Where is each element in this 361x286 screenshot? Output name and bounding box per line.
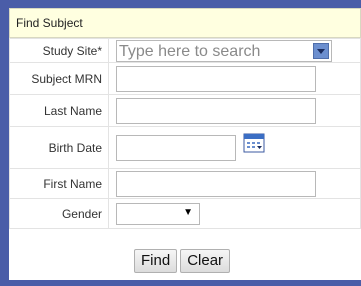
action-buttons: Find Clear xyxy=(134,249,233,273)
subject-mrn-label: Subject MRN xyxy=(9,62,109,95)
last-name-label: Last Name xyxy=(9,94,109,127)
birth-date-row: Birth Date xyxy=(9,126,361,169)
gender-label: Gender xyxy=(9,198,109,229)
calendar-icon[interactable] xyxy=(243,133,265,153)
frame-left-border xyxy=(0,0,9,286)
panel-header: Find Subject xyxy=(9,8,361,38)
caret-down-icon: ▼ xyxy=(183,206,193,218)
study-site-row: Study Site* Type here to search xyxy=(9,38,361,63)
gender-row: Gender ▼ xyxy=(9,198,361,229)
last-name-row: Last Name xyxy=(9,94,361,127)
birth-date-input[interactable] xyxy=(116,134,236,161)
study-site-label: Study Site* xyxy=(9,38,109,63)
study-site-placeholder: Type here to search xyxy=(119,42,261,60)
subject-mrn-row: Subject MRN xyxy=(9,62,361,95)
birth-date-label: Birth Date xyxy=(9,126,109,169)
search-form: Study Site* Type here to search Subject … xyxy=(9,38,361,229)
first-name-input[interactable] xyxy=(116,170,316,197)
last-name-input[interactable] xyxy=(116,97,316,124)
panel-title: Find Subject xyxy=(16,16,83,30)
frame-bottom-border xyxy=(0,280,361,286)
subject-mrn-input[interactable] xyxy=(116,65,316,92)
first-name-row: First Name xyxy=(9,168,361,199)
study-site-combobox[interactable]: Type here to search xyxy=(116,39,332,62)
dropdown-arrow-icon[interactable] xyxy=(313,42,329,59)
clear-button[interactable]: Clear xyxy=(180,249,231,273)
find-button[interactable]: Find xyxy=(134,249,178,273)
gender-select[interactable]: ▼ xyxy=(116,202,200,225)
first-name-label: First Name xyxy=(9,168,109,199)
